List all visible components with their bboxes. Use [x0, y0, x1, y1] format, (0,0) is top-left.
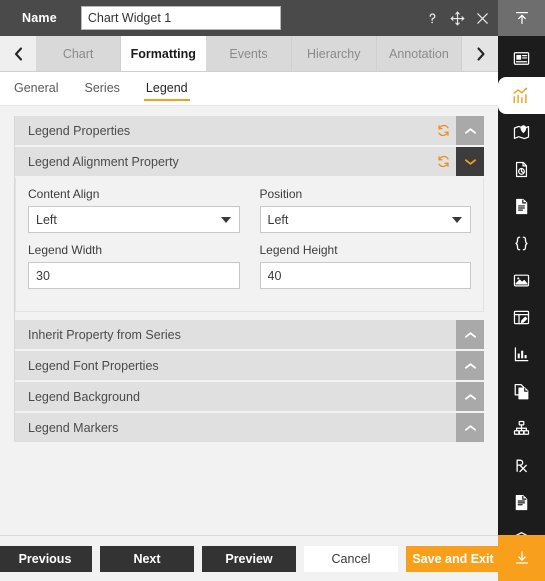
next-button[interactable]: Next — [100, 545, 194, 572]
subtab-general[interactable]: General — [12, 76, 60, 101]
tab-chart-label: Chart — [62, 46, 94, 61]
legend-width-input[interactable] — [28, 262, 240, 289]
section-legend-font-properties-toggle[interactable] — [456, 351, 484, 380]
tab-annotation-label: Annotation — [389, 46, 449, 61]
section-legend-background-title: Legend Background — [28, 389, 140, 404]
copy-document-icon[interactable] — [498, 373, 545, 410]
tab-formatting[interactable]: Formatting — [121, 36, 207, 71]
tab-events-label: Events — [229, 46, 268, 61]
previous-button[interactable]: Previous — [0, 545, 92, 572]
legend-height-input[interactable] — [259, 262, 471, 289]
prescription-icon[interactable] — [498, 447, 545, 484]
position-select[interactable]: Left — [259, 206, 471, 233]
section-legend-properties-toggle[interactable] — [456, 116, 484, 145]
accordion-list: Legend Properties Legend Alignment Prope… — [14, 116, 484, 442]
cancel-button[interactable]: Cancel — [304, 545, 398, 572]
help-icon[interactable] — [424, 10, 440, 26]
section-legend-alignment-title: Legend Alignment Property — [28, 154, 179, 169]
section-legend-markers-title: Legend Markers — [28, 420, 119, 435]
subtab-legend[interactable]: Legend — [143, 76, 190, 101]
content-align-value: Left — [36, 212, 57, 227]
download-icon[interactable] — [498, 535, 545, 581]
hierarchy-icon[interactable] — [498, 410, 545, 447]
settings-scroll-area[interactable]: Legend Properties Legend Alignment Prope… — [0, 106, 498, 535]
tabs-scroll-left-button[interactable] — [0, 36, 36, 71]
section-legend-background[interactable]: Legend Background — [15, 382, 484, 411]
widget-toolbar-rail — [498, 0, 545, 581]
save-and-exit-button[interactable]: Save and Exit — [406, 545, 500, 572]
titlebar-icon-group — [424, 0, 490, 36]
tabs-scroll-right-button[interactable] — [462, 36, 498, 71]
tab-events[interactable]: Events — [206, 36, 292, 71]
tab-chart[interactable]: Chart — [36, 36, 122, 71]
position-value: Left — [267, 212, 289, 227]
alignment-row-2: Legend Width Legend Height — [28, 243, 471, 299]
dialog-footer: Previous Next Preview Cancel Save and Ex… — [0, 535, 500, 581]
document-refresh-icon[interactable] — [498, 151, 545, 188]
document-icon[interactable] — [498, 188, 545, 225]
content-align-label: Content Align — [28, 187, 100, 201]
subtab-series[interactable]: Series — [82, 76, 121, 101]
report-icon[interactable] — [498, 484, 545, 521]
section-legend-markers[interactable]: Legend Markers — [15, 413, 484, 442]
dialog-titlebar: Name — [0, 0, 498, 36]
section-legend-alignment-content: Content Align Left Position Left Legend … — [15, 178, 484, 312]
bar-chart-icon[interactable] — [498, 336, 545, 373]
code-braces-icon[interactable] — [498, 225, 545, 262]
section-inherit-property-from-series[interactable]: Inherit Property from Series — [15, 320, 484, 349]
layout-panel-icon[interactable] — [498, 40, 545, 77]
chevron-down-icon — [452, 216, 462, 223]
main-tabstrip: Chart Formatting Events Hierarchy Annota… — [0, 36, 498, 72]
section-legend-properties[interactable]: Legend Properties — [15, 116, 484, 145]
tab-list: Chart Formatting Events Hierarchy Annota… — [36, 36, 463, 71]
chart-widget-dialog: Name Chart Widget 1 Chart Formatting Eve… — [0, 0, 545, 581]
formatting-subtabs: General Series Legend — [0, 72, 498, 106]
rail-item-list — [498, 36, 545, 535]
chevron-down-icon — [220, 216, 231, 223]
subtab-general-label: General — [14, 81, 59, 95]
field-legend-height: Legend Height — [259, 243, 471, 289]
field-legend-width: Legend Width — [28, 243, 240, 289]
field-content-align: Content Align Left — [28, 187, 240, 233]
widget-name-input[interactable] — [80, 6, 281, 30]
collapse-up-icon[interactable] — [498, 0, 545, 36]
legend-height-label: Legend Height — [259, 243, 338, 257]
alignment-row-1: Content Align Left Position Left — [28, 187, 471, 243]
tab-annotation[interactable]: Annotation — [376, 36, 463, 71]
subtab-series-label: Series — [84, 81, 120, 95]
content-align-select[interactable]: Left — [28, 206, 240, 233]
layers-icon[interactable] — [498, 521, 545, 535]
reset-icon[interactable] — [430, 154, 456, 169]
section-legend-markers-toggle[interactable] — [456, 413, 484, 442]
section-legend-background-toggle[interactable] — [456, 382, 484, 411]
image-icon[interactable] — [498, 262, 545, 299]
subtab-legend-label: Legend — [145, 81, 188, 95]
name-label: Name — [22, 11, 57, 25]
tab-hierarchy-label: Hierarchy — [306, 46, 361, 61]
close-icon[interactable] — [474, 10, 490, 26]
position-label: Position — [259, 187, 303, 201]
legend-width-label: Legend Width — [28, 243, 103, 257]
reset-icon[interactable] — [430, 123, 456, 138]
section-inherit-property-from-series-toggle[interactable] — [456, 320, 484, 349]
map-widget-icon[interactable] — [498, 114, 545, 151]
tab-hierarchy[interactable]: Hierarchy — [291, 36, 377, 71]
tab-formatting-label: Formatting — [130, 46, 196, 61]
dialog-body: Name Chart Widget 1 Chart Formatting Eve… — [0, 0, 500, 581]
section-inherit-property-from-series-title: Inherit Property from Series — [28, 327, 181, 342]
section-legend-font-properties[interactable]: Legend Font Properties — [15, 351, 484, 380]
section-legend-properties-title: Legend Properties — [28, 123, 131, 138]
chart-widget-icon[interactable] — [498, 77, 545, 114]
section-legend-alignment-toggle[interactable] — [456, 147, 484, 176]
form-panel-icon[interactable] — [498, 299, 545, 336]
field-position: Position Left — [259, 187, 471, 233]
section-legend-alignment[interactable]: Legend Alignment Property — [15, 147, 484, 176]
move-icon[interactable] — [449, 10, 465, 26]
preview-button[interactable]: Preview — [202, 545, 296, 572]
section-legend-font-properties-title: Legend Font Properties — [28, 358, 159, 373]
